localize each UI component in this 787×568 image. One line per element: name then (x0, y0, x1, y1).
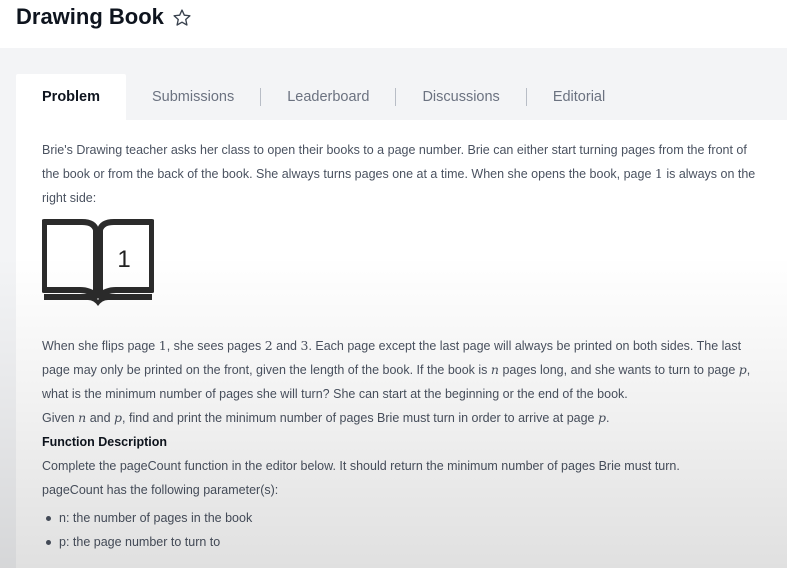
list-item: p: the page number to turn to (42, 530, 761, 554)
tab-discussions[interactable]: Discussions (396, 74, 525, 120)
problem-statement: Brie's Drawing teacher asks her class to… (16, 120, 787, 568)
parameter-list: n: the number of pages in the book p: th… (42, 506, 761, 554)
book-page-number: 1 (117, 246, 130, 273)
function-description-heading: Function Description (42, 435, 167, 449)
tab-submissions[interactable]: Submissions (126, 74, 260, 120)
tab-leaderboard[interactable]: Leaderboard (261, 74, 395, 120)
star-outline-icon[interactable] (172, 8, 192, 28)
page-title: Drawing Book (16, 4, 192, 30)
book-illustration: 1 (41, 216, 761, 308)
flip-paragraph: When she flips page 1, she sees pages 2 … (42, 338, 751, 401)
tab-editorial[interactable]: Editorial (527, 74, 631, 120)
parameters-heading: pageCount has the following parameter(s)… (42, 483, 279, 497)
tab-bar: Problem Submissions Leaderboard Discussi… (16, 74, 787, 120)
list-item: n: the number of pages in the book (42, 506, 761, 530)
given-paragraph: Given n and p, find and print the minimu… (42, 410, 610, 425)
intro-paragraph: Brie's Drawing teacher asks her class to… (42, 143, 756, 205)
function-description-text: Complete the pageCount function in the e… (42, 459, 680, 473)
header: Drawing Book (0, 0, 787, 48)
tab-problem[interactable]: Problem (16, 74, 126, 120)
page-title-text: Drawing Book (16, 4, 164, 29)
open-book-icon: 1 (41, 219, 155, 306)
